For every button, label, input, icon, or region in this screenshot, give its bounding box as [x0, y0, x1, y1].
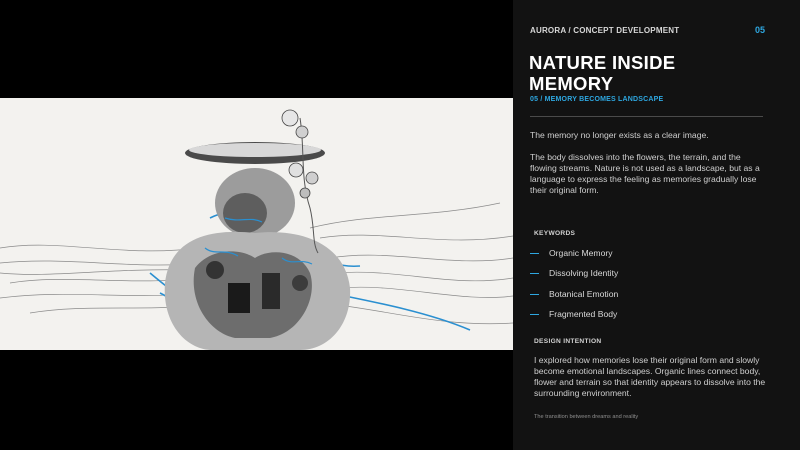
keyword-item: Organic Memory: [530, 247, 770, 261]
keyword-label: Organic Memory: [549, 248, 613, 258]
keyword-label: Dissolving Identity: [549, 268, 619, 278]
dash-icon: [530, 253, 539, 254]
divider: [530, 116, 763, 117]
keyword-label: Botanical Emotion: [549, 289, 619, 299]
artwork-image: [0, 98, 513, 350]
keyword-item: Botanical Emotion: [530, 288, 770, 302]
keyword-item: Fragmented Body: [530, 308, 770, 322]
title-line-2: MEMORY: [529, 73, 614, 94]
info-panel: AURORA / CONCEPT DEVELOPMENT 05 NATURE I…: [513, 0, 800, 450]
title-line-1: NATURE INSIDE: [529, 52, 676, 73]
dash-icon: [530, 273, 539, 274]
flower-branch: [281, 109, 319, 254]
dark-block: [228, 283, 250, 313]
design-intention-text: I explored how memories lose their origi…: [534, 355, 766, 398]
keywords-label: KEYWORDS: [534, 230, 576, 237]
design-intention-label: DESIGN INTENTION: [534, 338, 602, 345]
keyword-item: Dissolving Identity: [530, 267, 770, 281]
page-number: 05: [754, 25, 765, 35]
keyword-label: Fragmented Body: [549, 309, 618, 319]
breadcrumb: AURORA / CONCEPT DEVELOPMENT: [530, 26, 680, 35]
caption: The transition between dreams and realit…: [534, 414, 639, 420]
dash-icon: [530, 314, 539, 315]
page-subtitle: 05 / MEMORY BECOMES LANDSCAPE: [530, 96, 664, 103]
slide: AURORA / CONCEPT DEVELOPMENT 05 NATURE I…: [0, 0, 800, 450]
collage-illustration: [0, 109, 513, 350]
intro-paragraph: The memory no longer exists as a clear i…: [530, 130, 709, 140]
page-title: NATURE INSIDE MEMORY: [529, 52, 779, 94]
dash-icon: [530, 294, 539, 295]
description-paragraph: The body dissolves into the flowers, the…: [530, 152, 760, 195]
